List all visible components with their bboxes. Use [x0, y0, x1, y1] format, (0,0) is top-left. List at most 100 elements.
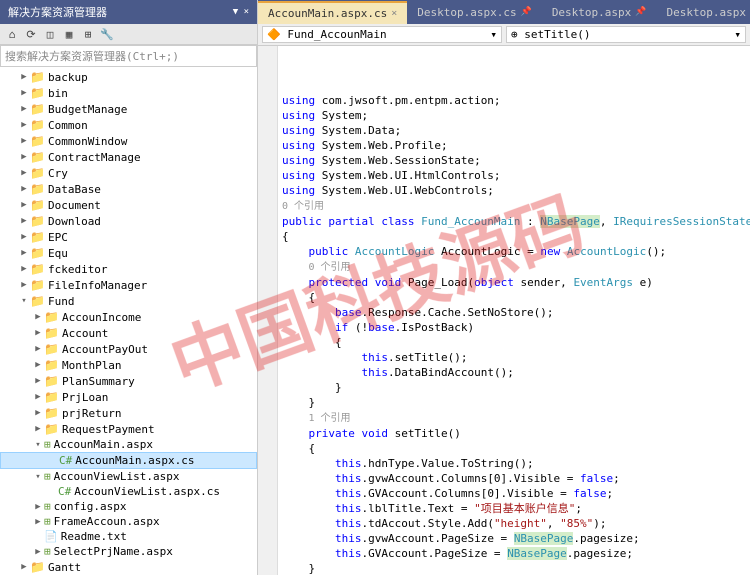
expander-icon[interactable]: ▶ — [18, 120, 30, 130]
editor-tab[interactable]: AccounMain.aspx.cs× — [258, 1, 407, 24]
tree-item[interactable]: 📄Readme.txt — [0, 529, 257, 544]
code-line[interactable]: { — [282, 441, 750, 456]
code-line[interactable]: 0 个引用 — [282, 198, 750, 214]
tree-item[interactable]: C#AccounViewList.aspx.cs — [0, 484, 257, 499]
expander-icon[interactable]: ▶ — [32, 376, 44, 386]
editor-tab[interactable]: Desktop.aspx📌 — [542, 2, 657, 23]
code-line[interactable]: this.GVAccount.PageSize = NBasePage.page… — [282, 546, 750, 561]
code-line[interactable]: protected void Page_Load(object sender, … — [282, 275, 750, 290]
expander-icon[interactable]: ▶ — [18, 168, 30, 178]
expander-icon[interactable]: ▾ — [32, 440, 44, 450]
home-icon[interactable]: ⌂ — [4, 26, 20, 42]
code-line[interactable]: using System.Web.Profile; — [282, 138, 750, 153]
expander-icon[interactable]: ▶ — [18, 136, 30, 146]
expander-icon[interactable]: ▶ — [18, 232, 30, 242]
expander-icon[interactable]: ▶ — [32, 517, 44, 527]
code-line[interactable]: public partial class Fund_AccounMain : N… — [282, 214, 750, 229]
expander-icon[interactable]: ▶ — [18, 152, 30, 162]
expander-icon[interactable]: ▶ — [32, 312, 44, 322]
tree-item[interactable]: ▶📁ContractManage — [0, 149, 257, 165]
expander-icon[interactable]: ▶ — [18, 184, 30, 194]
tree-item[interactable]: ▶📁fckeditor — [0, 261, 257, 277]
code-line[interactable]: base.Response.Cache.SetNoStore(); — [282, 305, 750, 320]
show-all-icon[interactable]: ⊞ — [80, 26, 96, 42]
code-line[interactable]: this.DataBindAccount(); — [282, 365, 750, 380]
code-line[interactable]: using System.Web.UI.HtmlControls; — [282, 168, 750, 183]
tree-item[interactable]: ▾⊞AccounMain.aspx — [0, 437, 257, 452]
view-icon[interactable]: ▦ — [61, 26, 77, 42]
tree-item[interactable]: ▶📁Account — [0, 325, 257, 341]
tree-item[interactable]: ▶📁FileInfoManager — [0, 277, 257, 293]
expander-icon[interactable]: ▾ — [32, 472, 44, 482]
tree-item[interactable]: ▶📁EPC — [0, 229, 257, 245]
tree-item[interactable]: ▶📁bin — [0, 85, 257, 101]
properties-icon[interactable]: 🔧 — [99, 26, 115, 42]
expander-icon[interactable]: ▶ — [18, 248, 30, 258]
code-line[interactable]: using System.Web.SessionState; — [282, 153, 750, 168]
tree-item[interactable]: ▶📁DataBase — [0, 181, 257, 197]
tree-item[interactable]: ▶📁MonthPlan — [0, 357, 257, 373]
code-line[interactable]: this.setTitle(); — [282, 350, 750, 365]
pin-icon[interactable]: 📌 — [635, 7, 646, 17]
expander-icon[interactable]: ▶ — [32, 392, 44, 402]
expander-icon[interactable]: ▶ — [32, 344, 44, 354]
tree-item[interactable]: ▶📁Gantt — [0, 559, 257, 575]
expander-icon[interactable]: ▶ — [18, 104, 30, 114]
member-dropdown[interactable]: ⊕ setTitle()▾ — [506, 26, 746, 43]
expander-icon[interactable]: ▶ — [18, 562, 30, 572]
code-line[interactable]: using System; — [282, 108, 750, 123]
code-line[interactable]: using com.jwsoft.pm.entpm.action; — [282, 93, 750, 108]
expander-icon[interactable]: ▶ — [32, 424, 44, 434]
code-line[interactable]: this.gvwAccount.Columns[0].Visible = fal… — [282, 471, 750, 486]
tree-item[interactable]: ▶📁AccountPayOut — [0, 341, 257, 357]
tree-item[interactable]: ▶📁CommonWindow — [0, 133, 257, 149]
tree-item[interactable]: ▶📁Equ — [0, 245, 257, 261]
tree-item[interactable]: ▶📁PlanSummary — [0, 373, 257, 389]
code-line[interactable]: using System.Data; — [282, 123, 750, 138]
class-dropdown[interactable]: 🔶 Fund_AccounMain▾ — [262, 26, 502, 43]
dropdown-icon[interactable]: ▼ × — [233, 7, 249, 17]
tree-item[interactable]: ▶⊞config.aspx — [0, 499, 257, 514]
code-line[interactable]: this.tdAccout.Style.Add("height", "85%")… — [282, 516, 750, 531]
code-line[interactable]: using System.Web.UI.WebControls; — [282, 183, 750, 198]
tree-item[interactable]: ▶📁prjReturn — [0, 405, 257, 421]
code-line[interactable]: this.hdnType.Value.ToString(); — [282, 456, 750, 471]
tree-item[interactable]: ▶📁Document — [0, 197, 257, 213]
code-line[interactable]: private void setTitle() — [282, 426, 750, 441]
tree-item[interactable]: ▶📁AccounIncome — [0, 309, 257, 325]
expander-icon[interactable]: ▶ — [32, 408, 44, 418]
code-line[interactable]: } — [282, 395, 750, 410]
refresh-icon[interactable]: ⟳ — [23, 26, 39, 42]
tree-item[interactable]: ▾📁Fund — [0, 293, 257, 309]
tree-item[interactable]: ▾⊞AccounViewList.aspx — [0, 469, 257, 484]
collapse-icon[interactable]: ◫ — [42, 26, 58, 42]
expander-icon[interactable]: ▶ — [32, 502, 44, 512]
editor-tab[interactable]: Desktop.aspx📌 — [657, 2, 750, 23]
expander-icon[interactable]: ▶ — [18, 200, 30, 210]
tree-item[interactable]: ▶⊞SelectPrjName.aspx — [0, 544, 257, 559]
code-line[interactable]: public AccountLogic AccountLogic = new A… — [282, 244, 750, 259]
tree-item[interactable]: ▶📁RequestPayment — [0, 421, 257, 437]
code-line[interactable]: this.GVAccount.Columns[0].Visible = fals… — [282, 486, 750, 501]
tree-item[interactable]: ▶📁BudgetManage — [0, 101, 257, 117]
expander-icon[interactable]: ▶ — [18, 216, 30, 226]
code-line[interactable]: this.gvwAccount.PageSize = NBasePage.pag… — [282, 531, 750, 546]
expander-icon[interactable]: ▶ — [18, 88, 30, 98]
code-line[interactable]: } — [282, 380, 750, 395]
tree-item[interactable]: ▶📁backup — [0, 69, 257, 85]
expander-icon[interactable]: ▶ — [18, 280, 30, 290]
tree-item[interactable]: ▶📁Common — [0, 117, 257, 133]
tree-item[interactable]: C#AccounMain.aspx.cs — [0, 452, 257, 469]
editor-tab[interactable]: Desktop.aspx.cs📌 — [407, 2, 542, 23]
tree-item[interactable]: ▶📁Cry — [0, 165, 257, 181]
tree-item[interactable]: ▶📁PrjLoan — [0, 389, 257, 405]
code-line[interactable]: this.lblTitle.Text = "项目基本账户信息"; — [282, 501, 750, 516]
expander-icon[interactable]: ▶ — [32, 328, 44, 338]
expander-icon[interactable]: ▶ — [32, 360, 44, 370]
search-input[interactable]: 搜索解决方案资源管理器(Ctrl+;) — [0, 45, 257, 67]
code-line[interactable]: 1 个引用 — [282, 410, 750, 426]
expander-icon[interactable]: ▾ — [18, 296, 30, 306]
pin-icon[interactable]: 📌 — [521, 7, 532, 17]
code-line[interactable]: { — [282, 335, 750, 350]
code-line[interactable]: { — [282, 290, 750, 305]
